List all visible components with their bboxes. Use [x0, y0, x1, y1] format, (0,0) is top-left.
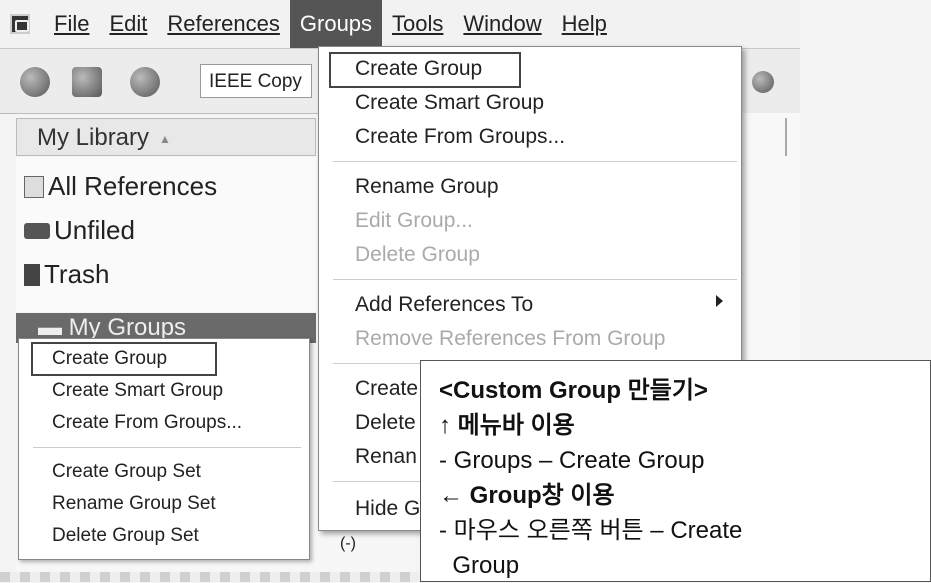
output-style-select[interactable]: IEEE Copy	[200, 64, 312, 98]
menu-edit-group: Edit Group...	[355, 209, 473, 232]
annotation-line: ↑ 메뉴바 이용	[439, 412, 575, 439]
unfiled-icon	[24, 222, 50, 239]
column-divider[interactable]	[785, 118, 787, 156]
menu-help[interactable]: Help	[552, 0, 617, 48]
library-title: My Library	[37, 124, 150, 151]
library-item-trash[interactable]: Trash	[24, 259, 110, 290]
menu-separator	[33, 447, 301, 448]
reference-list-pane	[742, 113, 800, 383]
online-search-icon[interactable]	[20, 67, 50, 97]
ruler	[0, 572, 420, 582]
library-header[interactable]: My Library ▲	[16, 118, 316, 156]
library-item-label: All References	[48, 171, 218, 201]
menu-references[interactable]: References	[157, 0, 290, 48]
menu-separator	[333, 161, 737, 162]
ctx-create-group[interactable]: Create Group	[52, 348, 167, 370]
ctx-delete-group-set[interactable]: Delete Group Set	[52, 525, 199, 547]
expand-icon[interactable]: ▬	[38, 314, 69, 341]
library-item-unfiled[interactable]: Unfiled	[24, 215, 135, 246]
menu-rename-group-set[interactable]: Renan	[355, 445, 417, 469]
collapse-icon[interactable]: ▲	[159, 132, 171, 146]
menu-add-references-to[interactable]: Add References To	[355, 293, 533, 317]
library-item-label: Trash	[44, 259, 110, 289]
menu-groups[interactable]: Groups	[289, 0, 383, 48]
annotation-line: Group	[439, 552, 520, 579]
library-item-label: Unfiled	[54, 215, 135, 245]
menu-bar: File Edit References Groups Tools Window…	[0, 0, 800, 49]
menu-delete-group-set[interactable]: Delete	[355, 411, 416, 435]
submenu-arrow-icon	[716, 295, 723, 307]
menu-file[interactable]: File	[44, 0, 99, 48]
annotation-line: - Groups – Create Group	[439, 447, 705, 474]
ctx-create-from-groups[interactable]: Create From Groups...	[52, 412, 242, 434]
app-icon[interactable]	[10, 14, 30, 34]
library-list: All References Unfiled Trash	[16, 157, 316, 312]
globe-icon[interactable]	[130, 67, 160, 97]
library-item-all-references[interactable]: All References	[24, 171, 217, 202]
menu-edit[interactable]: Edit	[99, 0, 157, 48]
menu-tools[interactable]: Tools	[382, 0, 453, 48]
menu-rename-group[interactable]: Rename Group	[355, 175, 499, 199]
menu-create-group-set[interactable]: Create	[355, 377, 418, 401]
toolbar-icon-right[interactable]	[752, 71, 774, 93]
library-icon[interactable]	[72, 67, 102, 97]
menu-window[interactable]: Window	[453, 0, 551, 48]
menu-remove-references: Remove References From Group	[355, 327, 666, 350]
annotation-line: ← Group창 이용	[439, 482, 615, 509]
ctx-rename-group-set[interactable]: Rename Group Set	[52, 493, 216, 515]
annotation-line: - 마우스 오른쪽 버튼 – Create	[439, 517, 743, 544]
group-context-menu: Create Group Create Smart Group Create F…	[18, 338, 310, 560]
menu-delete-group: Delete Group	[355, 243, 480, 266]
menu-create-smart-group[interactable]: Create Smart Group	[355, 91, 544, 115]
my-groups-label: My Groups	[68, 314, 187, 341]
document-icon	[24, 175, 44, 198]
annotation-box: <Custom Group 만들기> ↑ 메뉴바 이용 - Groups – C…	[420, 360, 931, 582]
row-marker: (-)	[340, 535, 356, 552]
ctx-create-group-set[interactable]: Create Group Set	[52, 461, 201, 483]
trash-icon	[24, 263, 40, 286]
menu-create-from-groups[interactable]: Create From Groups...	[355, 125, 565, 149]
menu-separator	[333, 279, 737, 280]
menu-create-group[interactable]: Create Group	[355, 57, 482, 81]
ctx-create-smart-group[interactable]: Create Smart Group	[52, 380, 223, 402]
annotation-title: <Custom Group 만들기>	[439, 377, 708, 404]
menu-hide-groups[interactable]: Hide G	[355, 497, 420, 521]
